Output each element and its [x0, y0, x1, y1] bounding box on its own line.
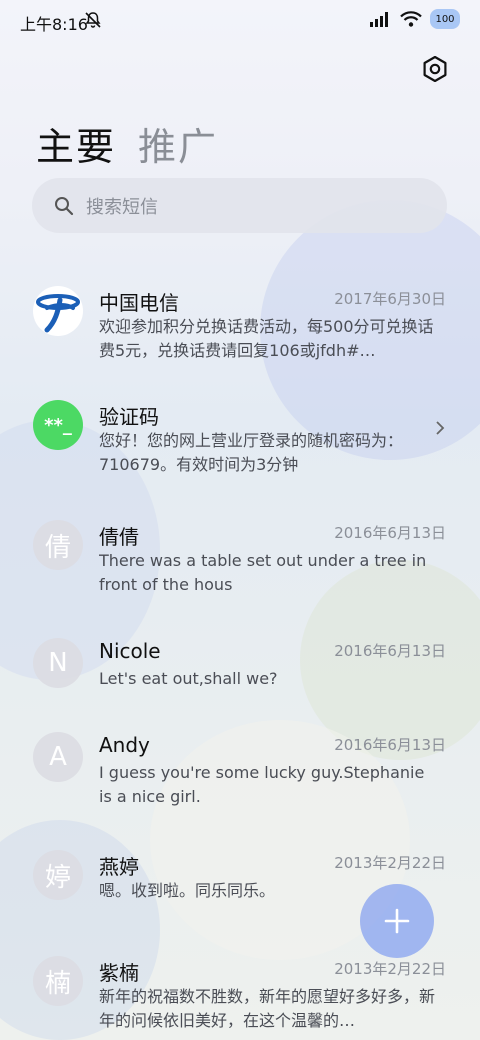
search-bar[interactable]: 搜索短信: [32, 178, 447, 233]
message-date: 2013年2月22日: [334, 854, 446, 872]
message-date: 2016年6月13日: [334, 524, 446, 542]
contact-name: 验证码: [99, 405, 159, 429]
conversation-item[interactable]: N Nicole 2016年6月13日 Let's eat out,shall …: [0, 624, 480, 724]
contact-avatar: N: [33, 638, 83, 688]
message-date: 2017年6月30日: [334, 290, 446, 308]
message-preview: 新年的祝福数不胜数，新年的愿望好多好多，新年的问候依旧美好，在这个温馨的…: [99, 987, 436, 1030]
contact-name: 燕婷: [99, 855, 139, 879]
battery-indicator: 100: [430, 9, 460, 29]
plus-icon: [384, 908, 410, 934]
conversation-item[interactable]: **_ 验证码 您好！您的网上营业厅登录的随机密码为：710679。有效时间为3…: [0, 386, 480, 486]
battery-level: 100: [435, 13, 455, 25]
message-preview: Let's eat out,shall we?: [99, 669, 278, 688]
compose-button[interactable]: [360, 884, 434, 958]
contact-name: 紫楠: [99, 961, 139, 985]
contact-name: Nicole: [99, 639, 161, 663]
conversation-item[interactable]: A Andy 2016年6月13日 I guess you're some lu…: [0, 718, 480, 818]
status-time: 上午8:16: [20, 15, 88, 34]
message-preview: There was a table set out under a tree i…: [99, 551, 427, 594]
status-bar: 上午8:16 100: [0, 0, 480, 42]
contact-avatar: 倩: [33, 520, 83, 570]
message-preview: I guess you're some lucky guy.Stephanie …: [99, 763, 425, 806]
tab-promotions[interactable]: 推广: [138, 116, 218, 171]
search-placeholder: 搜索短信: [86, 196, 158, 218]
contact-avatar: 楠: [33, 956, 83, 1006]
conversation-item[interactable]: 倩 倩倩 2016年6月13日 There was a table set ou…: [0, 506, 480, 606]
tab-bar: 主要 推广: [36, 116, 218, 171]
verification-code-avatar: **_: [33, 400, 83, 450]
message-date: 2016年6月13日: [334, 642, 446, 660]
message-preview: 您好！您的网上营业厅登录的随机密码为：710679。有效时间为3分钟: [99, 431, 404, 474]
contact-name: 倩倩: [99, 525, 139, 549]
message-date: 2016年6月13日: [334, 736, 446, 754]
tab-primary[interactable]: 主要: [36, 116, 116, 171]
wifi-icon: [400, 11, 422, 27]
mute-bell-icon: [85, 12, 101, 28]
settings-icon[interactable]: [422, 56, 448, 82]
contact-name: Andy: [99, 733, 150, 757]
china-telecom-logo-icon: [33, 286, 83, 336]
message-date: 2013年2月22日: [334, 960, 446, 978]
conversation-item[interactable]: 中国电信 2017年6月30日 欢迎参加积分兑换话费活动，每500分可兑换话费5…: [0, 272, 480, 372]
message-preview: 欢迎参加积分兑换话费活动，每500分可兑换话费5元，兑换话费请回复106或jfd…: [99, 317, 434, 360]
search-icon: [55, 196, 74, 215]
contact-avatar: A: [33, 732, 83, 782]
contact-avatar: 婷: [33, 850, 83, 900]
conversation-item[interactable]: 楠 紫楠 2013年2月22日 新年的祝福数不胜数，新年的愿望好多好多，新年的问…: [0, 942, 480, 1040]
signal-icon: [370, 12, 388, 27]
contact-name: 中国电信: [99, 291, 179, 315]
